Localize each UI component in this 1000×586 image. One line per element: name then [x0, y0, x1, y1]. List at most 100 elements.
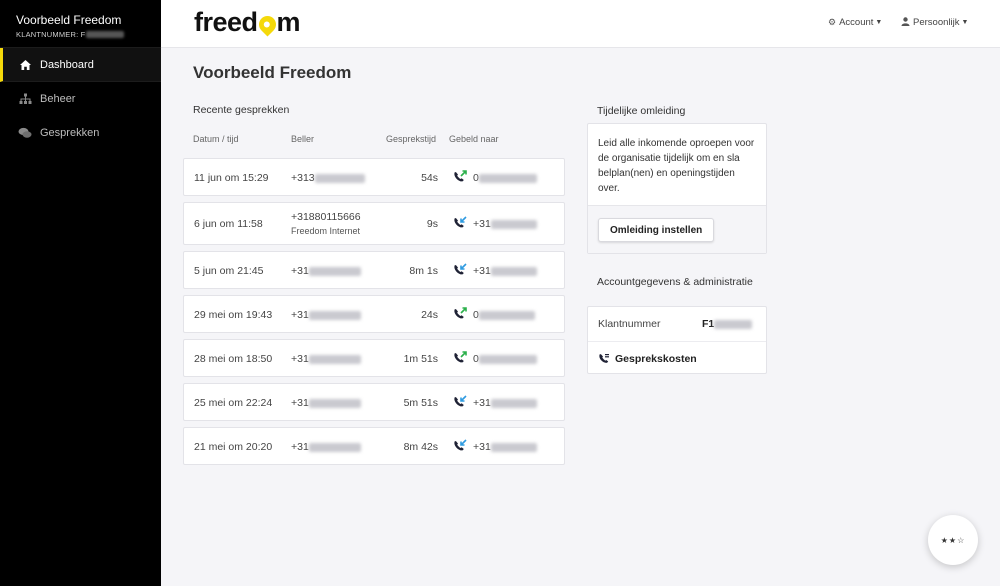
incoming-call-icon	[452, 263, 468, 277]
redacted-number	[478, 354, 537, 364]
redacted-number	[308, 266, 361, 276]
call-date: 21 mei om 20:20	[194, 441, 273, 453]
redacted-number	[314, 173, 365, 183]
sidebar-item-gesprekken[interactable]: Gesprekken	[0, 116, 161, 150]
redacted-number	[308, 398, 361, 408]
customer-number-label: KLANTNUMMER: F	[16, 30, 86, 39]
redacted-number	[308, 442, 361, 452]
redacted-number	[308, 310, 361, 320]
incoming-call-icon	[452, 395, 468, 409]
incoming-call-icon	[452, 439, 468, 453]
call-caller: +313	[291, 172, 365, 184]
customer-number-row: Klantnummer F1	[588, 307, 766, 342]
call-duration: 5m 51s	[403, 397, 438, 409]
account-panel: Klantnummer F1 Gesprekskosten	[587, 306, 767, 374]
outgoing-call-icon	[452, 170, 468, 184]
call-row[interactable]: 11 jun om 15:29 +313 54s 0	[183, 158, 565, 196]
call-date: 29 mei om 19:43	[194, 309, 273, 321]
call-destination: +31	[473, 441, 537, 453]
call-date: 25 mei om 22:24	[194, 397, 273, 409]
logo-pin-icon	[255, 12, 280, 37]
sidebar-item-beheer[interactable]: Beheer	[0, 82, 161, 116]
call-destination: +31	[473, 218, 537, 230]
redacted-number	[490, 266, 537, 276]
sidebar-item-label: Dashboard	[40, 58, 94, 71]
call-row[interactable]: 5 jun om 21:45 +31 8m 1s +31	[183, 251, 565, 289]
redacted-number	[478, 173, 537, 183]
redacted-number	[714, 319, 753, 329]
call-caller: +31	[291, 265, 361, 277]
customer-number-value: F1	[702, 318, 753, 330]
call-costs-row[interactable]: Gesprekskosten	[588, 341, 766, 376]
call-destination: +31	[473, 265, 537, 277]
customer-number-label: Klantnummer	[598, 318, 661, 330]
redacted-number	[490, 398, 537, 408]
call-duration: 8m 42s	[403, 441, 438, 453]
top-bar: freed m ⚙ Account ▼ Persoonlijk ▼	[161, 0, 1000, 48]
call-row[interactable]: 28 mei om 18:50 +31 1m 51s 0	[183, 339, 565, 377]
call-duration: 8m 1s	[409, 265, 438, 277]
redacted-number	[308, 354, 361, 364]
sidebar-item-label: Gesprekken	[40, 127, 100, 139]
call-date: 28 mei om 18:50	[194, 353, 273, 365]
redacted-number	[478, 310, 535, 320]
caret-down-icon: ▼	[875, 19, 883, 26]
redacted-number	[490, 442, 537, 452]
call-destination: 0	[473, 353, 537, 365]
sidebar-item-dashboard[interactable]: Dashboard	[0, 48, 161, 82]
sidebar-item-label: Beheer	[40, 93, 76, 105]
redirect-title: Tijdelijke omleiding	[597, 105, 686, 117]
call-row[interactable]: 29 mei om 19:43 +31 24s 0	[183, 295, 565, 333]
call-date: 5 jun om 21:45	[194, 265, 264, 277]
column-header-destination: Gebeld naar	[449, 134, 499, 144]
star-rating-icon: ★★☆	[940, 535, 966, 545]
call-duration: 1m 51s	[403, 353, 438, 365]
user-icon	[901, 17, 910, 28]
call-caller-name: Freedom Internet	[291, 226, 361, 236]
phone-list-icon	[598, 353, 610, 364]
outgoing-call-icon	[452, 351, 468, 365]
call-destination: 0	[473, 309, 535, 321]
chat-icon	[18, 126, 32, 140]
customer-number-redacted	[86, 31, 125, 38]
call-caller: +31	[291, 397, 361, 409]
call-duration: 54s	[421, 172, 438, 184]
redirect-description: Leid alle inkomende oproepen voor de org…	[598, 138, 755, 194]
sidebar-header: Voorbeeld Freedom KLANTNUMMER: F	[0, 0, 161, 48]
column-header-duration: Gesprekstijd	[386, 134, 437, 144]
sitemap-icon	[18, 92, 32, 106]
set-redirect-button[interactable]: Omleiding instellen	[598, 218, 715, 242]
rating-button[interactable]: ★★☆	[928, 515, 978, 565]
call-destination: +31	[473, 397, 537, 409]
call-row[interactable]: 25 mei om 22:24 +31 5m 51s +31	[183, 383, 565, 421]
column-header-caller: Beller	[291, 134, 315, 144]
call-date: 6 jun om 11:58	[194, 218, 263, 230]
customer-number: KLANTNUMMER: F	[16, 30, 161, 39]
personal-menu[interactable]: Persoonlijk ▼	[901, 17, 968, 28]
organization-name: Voorbeeld Freedom	[16, 13, 122, 27]
home-icon	[18, 58, 32, 72]
account-menu[interactable]: ⚙ Account ▼	[828, 17, 882, 28]
call-destination: 0	[473, 172, 537, 184]
redacted-number	[490, 219, 537, 229]
call-costs-link[interactable]: Gesprekskosten	[598, 353, 697, 365]
call-row[interactable]: 21 mei om 20:20 +31 8m 42s +31	[183, 427, 565, 465]
call-row[interactable]: 6 jun om 11:58 +31880115666 Freedom Inte…	[183, 202, 565, 245]
call-caller: +31880115666	[291, 211, 361, 223]
incoming-call-icon	[452, 216, 468, 230]
call-duration: 9s	[426, 218, 438, 230]
page-title: Voorbeeld Freedom	[193, 63, 352, 82]
account-details-title: Accountgegevens & administratie	[597, 276, 753, 288]
gear-icon: ⚙	[828, 17, 837, 27]
call-duration: 24s	[421, 309, 438, 321]
column-header-date: Datum / tijd	[193, 134, 239, 144]
freedom-logo[interactable]: freed m	[194, 7, 301, 38]
redirect-panel: Leid alle inkomende oproepen voor de org…	[587, 123, 767, 254]
call-date: 11 jun om 15:29	[194, 172, 269, 184]
recent-calls-title: Recente gesprekken	[193, 104, 290, 116]
outgoing-call-icon	[452, 307, 468, 321]
redirect-panel-footer: Omleiding instellen	[588, 205, 766, 253]
call-caller: +31	[291, 353, 361, 365]
call-caller: +31	[291, 441, 361, 453]
call-caller: +31	[291, 309, 361, 321]
